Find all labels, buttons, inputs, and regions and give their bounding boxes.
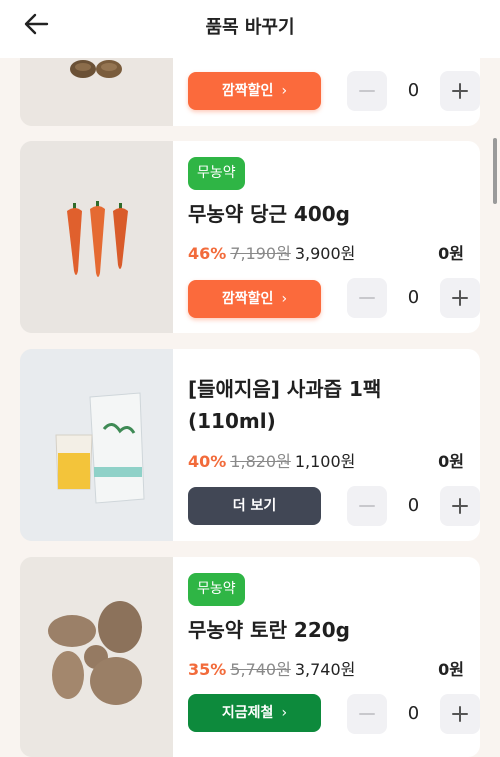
original-price: 1,820원: [230, 452, 291, 471]
product-image: [20, 141, 173, 333]
increase-button[interactable]: [440, 278, 480, 318]
discount-rate: 40%: [188, 452, 227, 471]
decrease-button[interactable]: [347, 486, 387, 526]
organic-badge: 무농약: [188, 157, 245, 190]
in-season-button[interactable]: 지금제철 ›: [188, 694, 321, 732]
surprise-sale-button[interactable]: 깜짝할인 ›: [188, 280, 321, 318]
chevron-right-icon: ›: [281, 291, 288, 307]
quantity-value: 0: [407, 80, 420, 101]
quantity-stepper[interactable]: 0: [347, 486, 480, 526]
increase-button[interactable]: [440, 486, 480, 526]
top-bar: 품목 바꾸기: [0, 0, 500, 58]
product-card-2[interactable]: [들애지음] 사과즙 1팩 (110ml) 40% 1,820원 1,100원 0원…: [20, 349, 480, 541]
plus-icon: [452, 290, 468, 306]
sale-price: 1,100원: [294, 452, 356, 471]
quantity-value: 0: [407, 495, 420, 516]
quantity-value: 0: [407, 287, 420, 308]
plus-icon: [452, 706, 468, 722]
increase-button[interactable]: [440, 71, 480, 111]
price-row: 46% 7,190원 3,900원 0원: [188, 242, 464, 266]
chevron-right-icon: ›: [281, 705, 288, 721]
original-price: 5,740원: [230, 660, 291, 679]
surprise-sale-button[interactable]: 깜짝할인 ›: [188, 72, 321, 110]
product-image: [20, 557, 173, 757]
plus-icon: [452, 498, 468, 514]
quantity-stepper[interactable]: 0: [347, 278, 480, 318]
price-row: 35% 5,740원 3,740원 0원: [188, 658, 464, 682]
increase-button[interactable]: [440, 694, 480, 734]
product-name: 무농약 당근 400g: [188, 202, 350, 226]
subtotal: 0원: [438, 244, 464, 263]
plus-icon: [452, 83, 468, 99]
subtotal: 0원: [438, 660, 464, 679]
minus-icon: [359, 713, 375, 715]
sale-price: 3,740원: [294, 660, 356, 679]
product-card-1[interactable]: 무농약 무농약 당근 400g 46% 7,190원 3,900원 0원 깜짝할인 ›…: [20, 141, 480, 333]
product-name-line-2: (110ml): [188, 409, 276, 433]
page-title: 품목 바꾸기: [205, 17, 295, 38]
discount-rate: 35%: [188, 660, 227, 679]
minus-icon: [359, 297, 375, 299]
organic-badge: 무농약: [188, 573, 245, 606]
chevron-right-icon: ›: [281, 83, 288, 99]
quantity-value: 0: [407, 703, 420, 724]
decrease-button[interactable]: [347, 71, 387, 111]
decrease-button[interactable]: [347, 694, 387, 734]
more-button[interactable]: 더 보기: [188, 487, 321, 525]
original-price: 7,190원: [230, 244, 291, 263]
decrease-button[interactable]: [347, 278, 387, 318]
product-name: 무농약 토란 220g: [188, 618, 350, 642]
scrollbar[interactable]: [493, 138, 497, 204]
minus-icon: [359, 90, 375, 92]
product-name-line-1: [들애지음] 사과즙 1팩: [188, 377, 382, 401]
sale-price: 3,900원: [294, 244, 356, 263]
quantity-stepper[interactable]: 0: [347, 71, 480, 111]
quantity-stepper[interactable]: 0: [347, 694, 480, 734]
product-image: [20, 349, 173, 541]
subtotal: 0원: [438, 452, 464, 471]
minus-icon: [359, 505, 375, 507]
price-row: 40% 1,820원 1,100원 0원: [188, 450, 464, 474]
product-card-3[interactable]: 무농약 무농약 토란 220g 35% 5,740원 3,740원 0원 지금제철 ›…: [20, 557, 480, 757]
discount-rate: 46%: [188, 244, 227, 263]
